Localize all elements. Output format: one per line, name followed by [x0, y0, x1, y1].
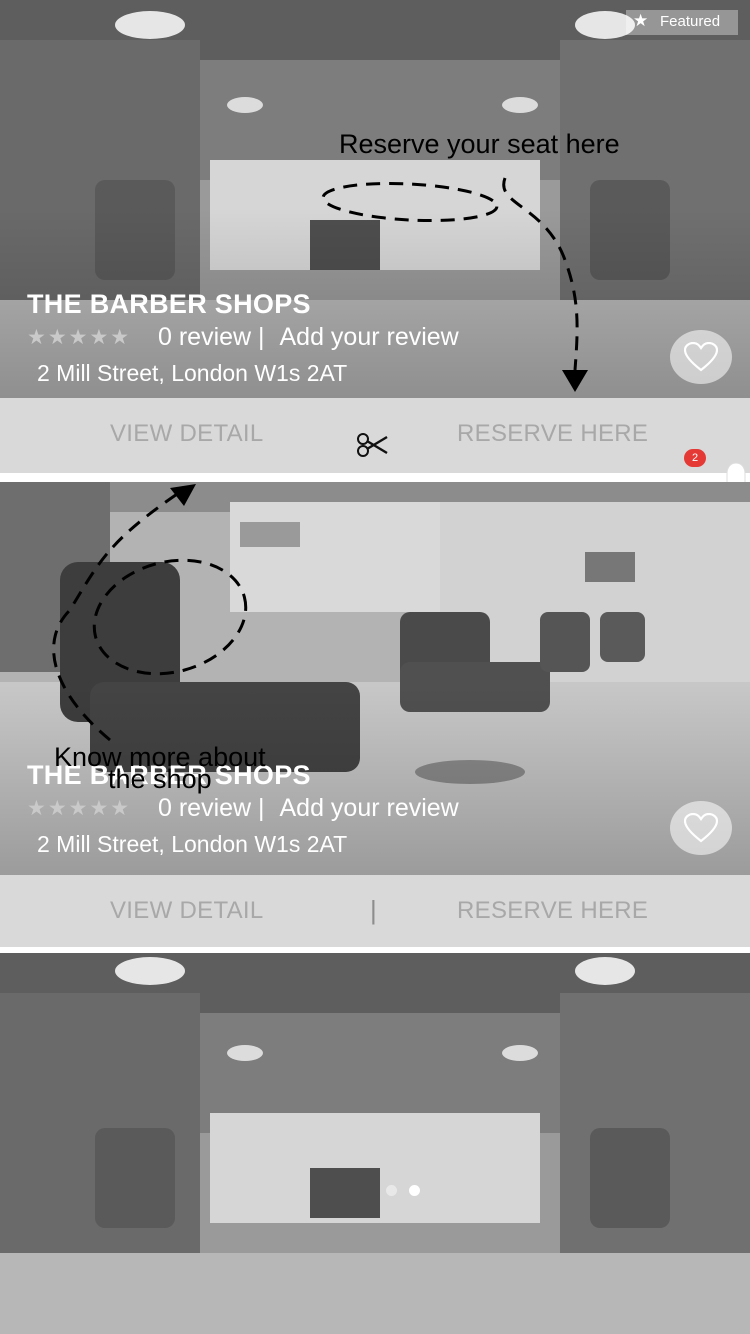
tutorial-arrows — [52, 177, 588, 742]
know-more-tip-text: Know more about the shop — [54, 742, 266, 794]
